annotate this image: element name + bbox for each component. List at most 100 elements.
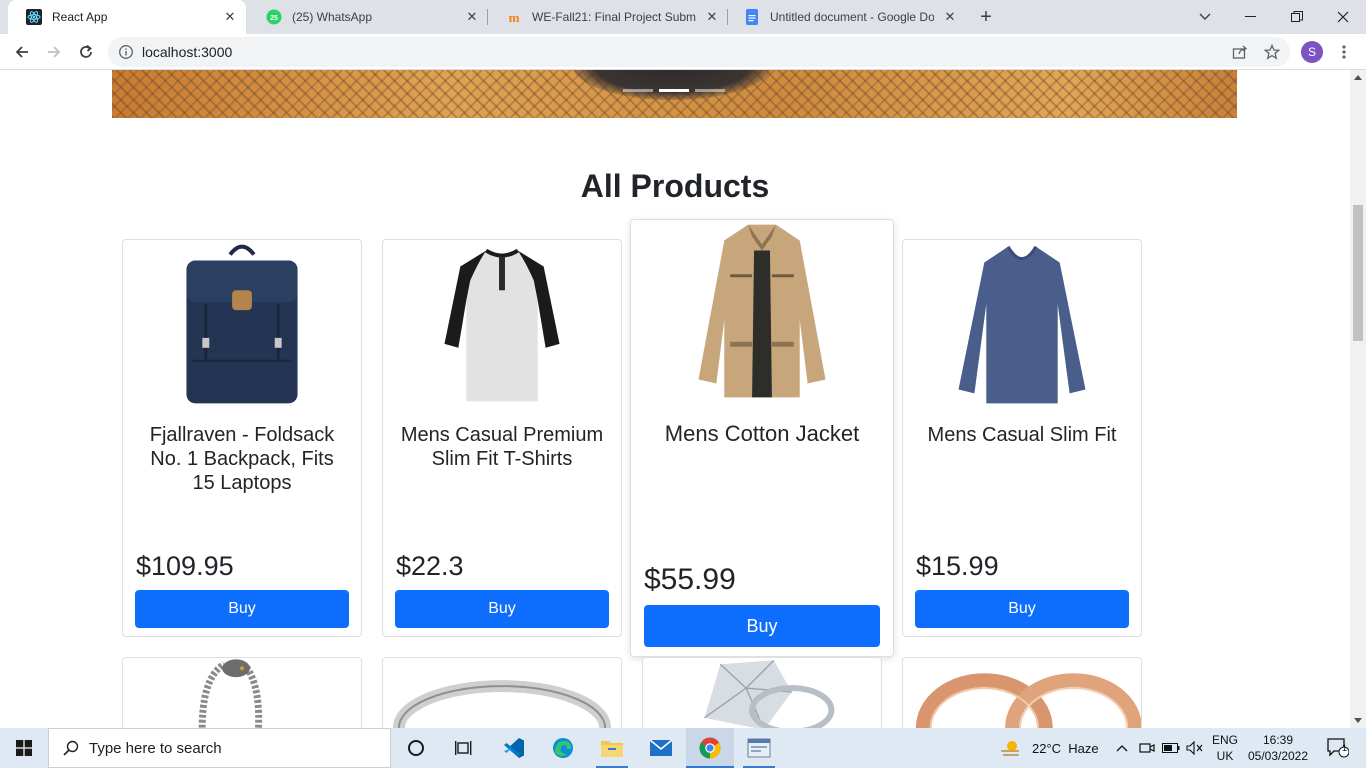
close-tab-icon[interactable]: ✕	[222, 9, 238, 25]
tab-react-app[interactable]: React App ✕	[8, 0, 246, 34]
buy-button[interactable]: Buy	[915, 590, 1129, 628]
language-code: ENG	[1211, 733, 1238, 747]
buy-button[interactable]: Buy	[644, 605, 880, 647]
product-price: $15.99	[916, 551, 999, 581]
menu-kebab-icon[interactable]	[1330, 38, 1358, 66]
keyboard-layout: UK	[1216, 749, 1234, 763]
address-bar[interactable]: localhost:3000	[108, 37, 1290, 67]
clock-time: 16:39	[1262, 733, 1294, 747]
scroll-down-arrow-icon[interactable]	[1354, 718, 1362, 723]
restore-button[interactable]	[1274, 0, 1320, 34]
tab-title: WE-Fall21: Final Project Submissio	[532, 10, 696, 24]
clock-date: 05/03/2022	[1247, 749, 1309, 763]
svg-text:m: m	[509, 10, 520, 25]
bookmark-star-icon[interactable]	[1258, 38, 1286, 66]
product-price: $55.99	[644, 563, 736, 596]
carousel-indicator-3[interactable]	[695, 89, 725, 92]
browser-toolbar: localhost:3000 S	[0, 34, 1366, 70]
carousel-indicator-2[interactable]	[659, 89, 689, 92]
product-name: Fjallraven - Foldsack No. 1 Backpack, Fi…	[149, 424, 335, 494]
app-window-icon[interactable]	[735, 728, 783, 768]
windows-taskbar: Type here to search 22°C Haze ENG UK 16:…	[0, 728, 1366, 768]
section-title: All Products	[580, 168, 770, 204]
buy-button[interactable]: Buy	[395, 590, 609, 628]
volume-muted-icon[interactable]	[1184, 728, 1206, 768]
product-image-backpack[interactable]	[123, 240, 361, 408]
language-indicator[interactable]: ENG UK	[1206, 728, 1244, 768]
search-icon	[63, 740, 79, 756]
product-card	[902, 657, 1142, 728]
scrollbar-thumb[interactable]	[1353, 205, 1363, 341]
new-tab-button[interactable]: +	[974, 5, 998, 29]
tab-google-docs[interactable]: Untitled document - Google Doc ✕	[726, 0, 966, 34]
forward-button[interactable]	[40, 38, 68, 66]
tab-final-project[interactable]: m WE-Fall21: Final Project Submissio ✕	[488, 0, 728, 34]
minimize-button[interactable]	[1228, 0, 1274, 34]
reload-button[interactable]	[72, 38, 100, 66]
carousel-banner	[112, 70, 1237, 118]
moodle-icon: m	[506, 9, 522, 25]
product-card: Mens Casual Slim Fit $15.99 Buy	[902, 239, 1142, 637]
product-image-diamond-ring[interactable]	[643, 658, 881, 728]
chrome-icon[interactable]	[686, 728, 734, 768]
google-docs-icon	[744, 9, 760, 25]
battery-icon[interactable]	[1160, 728, 1182, 768]
meet-now-icon[interactable]	[1136, 728, 1158, 768]
product-name: Mens Casual Slim Fit	[927, 424, 1117, 446]
cortana-icon[interactable]	[392, 728, 440, 768]
product-image-slim-fit[interactable]	[903, 240, 1141, 408]
task-view-icon[interactable]	[440, 728, 488, 768]
taskbar-search-box[interactable]: Type here to search	[48, 728, 391, 768]
whatsapp-icon: 25	[266, 9, 282, 25]
carousel-indicator-1[interactable]	[623, 89, 653, 92]
product-card: Mens Cotton Jacket $55.99 Buy	[630, 219, 894, 657]
product-card	[382, 657, 622, 728]
back-button[interactable]	[8, 38, 36, 66]
close-tab-icon[interactable]: ✕	[464, 9, 480, 25]
share-icon[interactable]	[1226, 38, 1254, 66]
product-card	[122, 657, 362, 728]
tab-strip: React App ✕ 25 (25) WhatsApp ✕ m WE-Fall…	[0, 0, 1366, 34]
notification-center-icon[interactable]: 1	[1318, 728, 1358, 768]
site-info-icon[interactable]	[118, 44, 134, 60]
mail-icon[interactable]	[637, 728, 685, 768]
profile-avatar[interactable]: S	[1301, 41, 1323, 63]
url-text: localhost:3000	[142, 44, 233, 60]
page-viewport: All Products Fjallraven - Foldsack No. 1…	[0, 70, 1350, 728]
page-scrollbar[interactable]	[1350, 70, 1366, 728]
vscode-icon[interactable]	[490, 728, 538, 768]
weather-text: 22°C Haze	[1032, 740, 1099, 756]
product-image-bracelet[interactable]	[123, 658, 361, 728]
search-placeholder: Type here to search	[89, 739, 222, 757]
tab-title: React App	[52, 10, 108, 24]
product-name: Mens Cotton Jacket	[664, 421, 860, 446]
svg-text:25: 25	[270, 15, 278, 22]
react-icon	[26, 9, 42, 25]
tray-chevron-up-icon[interactable]	[1112, 728, 1132, 768]
tab-whatsapp[interactable]: 25 (25) WhatsApp ✕	[248, 0, 488, 34]
product-image-rose-gold-rings[interactable]	[903, 658, 1141, 728]
buy-button[interactable]: Buy	[135, 590, 349, 628]
clock[interactable]: 16:39 05/03/2022	[1246, 728, 1310, 768]
windows-start-icon[interactable]	[0, 728, 48, 768]
product-image-jacket[interactable]	[631, 220, 893, 404]
product-name: Mens Casual Premium Slim Fit T-Shirts	[400, 424, 604, 470]
product-price: $109.95	[136, 551, 234, 581]
close-window-button[interactable]	[1320, 0, 1366, 34]
close-tab-icon[interactable]: ✕	[942, 9, 958, 25]
product-price: $22.3	[396, 551, 464, 581]
tab-title: Untitled document - Google Doc	[770, 10, 934, 24]
edge-icon[interactable]	[539, 728, 587, 768]
product-card: Fjallraven - Foldsack No. 1 Backpack, Fi…	[122, 239, 362, 637]
product-image-tshirt[interactable]	[383, 240, 621, 408]
close-tab-icon[interactable]: ✕	[704, 9, 720, 25]
weather-widget[interactable]: 22°C Haze	[1000, 728, 1110, 768]
weather-haze-icon	[1000, 739, 1022, 757]
carousel-indicators	[623, 89, 725, 92]
scroll-up-arrow-icon[interactable]	[1354, 75, 1362, 80]
file-explorer-icon[interactable]	[588, 728, 636, 768]
tab-title: (25) WhatsApp	[292, 10, 373, 24]
product-image-ring[interactable]	[383, 658, 621, 728]
product-card	[642, 657, 882, 728]
tab-search-chevron-icon[interactable]	[1182, 0, 1228, 34]
